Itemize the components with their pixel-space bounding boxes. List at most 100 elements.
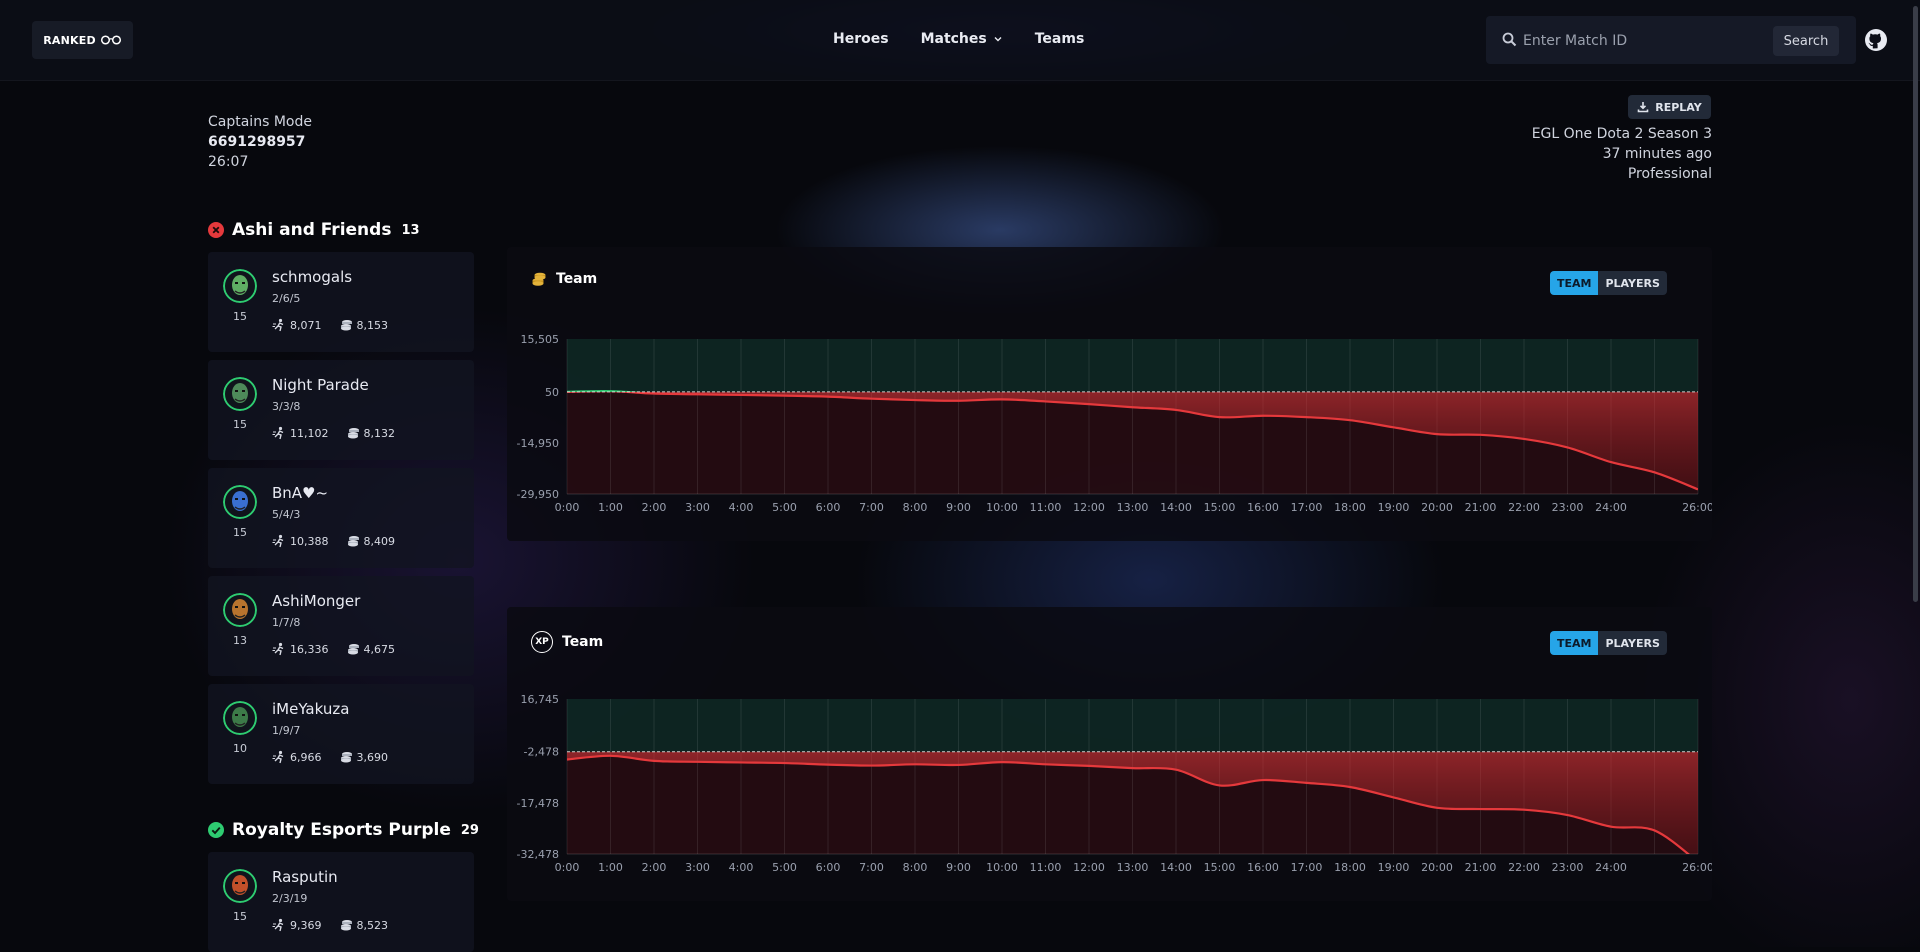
x-tick-label: 3:00	[685, 501, 710, 514]
player-gold: 4,675	[363, 642, 396, 656]
x-tick-label: 11:00	[1030, 861, 1062, 874]
match-summary: Captains Mode 6691298957 26:07	[208, 112, 312, 172]
x-tick-label: 1:00	[598, 501, 623, 514]
player-stats: 6,966 3,690	[272, 750, 388, 764]
y-tick-label: 50	[545, 386, 559, 399]
match-id-input[interactable]	[1521, 28, 1745, 54]
x-tick-label: 22:00	[1508, 861, 1540, 874]
player-networth: 8,071	[290, 318, 322, 332]
team-header-dire[interactable]: Royalty Esports Purple 29	[208, 820, 479, 840]
x-tick-label: 6:00	[816, 861, 841, 874]
page-scrollbar[interactable]	[1913, 6, 1918, 602]
player-networth: 9,369	[290, 918, 322, 932]
nav-heroes[interactable]: Heroes	[833, 31, 889, 47]
x-tick-label: 7:00	[859, 861, 884, 874]
main-nav: Heroes Matches Teams	[833, 31, 1084, 47]
gold-advantage-chart[interactable]: 0:00 1:00 2:00 3:00 4:00 5:00 6:00 7:00 8:00 9:00…	[507, 247, 1712, 541]
x-tick-label: 20:00	[1421, 861, 1453, 874]
hero-level: 15	[233, 526, 247, 539]
github-icon[interactable]	[1864, 28, 1888, 52]
networth-icon	[272, 534, 284, 548]
player-stats: 11,102 8,132	[272, 426, 395, 440]
player-card[interactable]: 15 Rasputin 2/3/19 9,369 8,523	[208, 852, 474, 952]
chevron-down-icon	[994, 37, 1002, 42]
x-tick-label: 11:00	[1030, 501, 1062, 514]
x-tick-label: 9:00	[946, 501, 971, 514]
y-tick-label: -29,950	[517, 488, 559, 501]
search-button[interactable]: Search	[1773, 26, 1839, 56]
player-name[interactable]: AshiMonger	[272, 592, 360, 610]
player-kda: 3/3/8	[272, 400, 301, 413]
player-kda: 2/6/5	[272, 292, 301, 305]
x-tick-label: 6:00	[816, 501, 841, 514]
y-tick-label: -32,478	[517, 848, 559, 861]
x-tick-label: 2:00	[642, 861, 667, 874]
y-tick-label: -17,478	[517, 797, 559, 810]
y-tick-label: -14,950	[517, 437, 559, 450]
hero-level: 10	[233, 742, 247, 755]
replay-label: REPLAY	[1655, 100, 1702, 114]
xp-graph-panel: XP Team TEAM PLAYERS 0:00 1:00 2:00 3:00 4:0…	[507, 607, 1712, 901]
networth-icon	[272, 426, 284, 440]
hero-avatar-icon[interactable]	[223, 485, 257, 519]
glasses-icon	[100, 35, 121, 45]
x-tick-label: 16:00	[1247, 501, 1279, 514]
team-header-radiant[interactable]: Ashi and Friends 13	[208, 220, 420, 240]
game-mode: Captains Mode	[208, 114, 312, 130]
player-card[interactable]: 13 AshiMonger 1/7/8 16,336 4,675	[208, 576, 474, 676]
hero-avatar-icon[interactable]	[223, 701, 257, 735]
x-tick-label: 17:00	[1291, 501, 1323, 514]
gold-icon	[347, 428, 359, 439]
nav-matches[interactable]: Matches	[921, 31, 1003, 47]
player-name[interactable]: schmogals	[272, 268, 352, 286]
networth-icon	[272, 750, 284, 764]
x-tick-label: 18:00	[1334, 861, 1366, 874]
nav-teams[interactable]: Teams	[1035, 31, 1085, 47]
hero-avatar-icon[interactable]	[223, 377, 257, 411]
x-tick-label: 8:00	[903, 861, 928, 874]
hero-avatar-icon[interactable]	[223, 593, 257, 627]
x-tick-label: 5:00	[772, 861, 797, 874]
x-tick-label: 24:00	[1595, 501, 1627, 514]
match-search: Search	[1486, 16, 1856, 64]
x-tick-label: 8:00	[903, 501, 928, 514]
hero-level: 15	[233, 910, 247, 923]
x-tick-label: 10:00	[986, 501, 1018, 514]
y-tick-label: -2,478	[524, 746, 559, 759]
replay-button[interactable]: REPLAY	[1628, 95, 1711, 119]
x-tick-label: 4:00	[729, 861, 754, 874]
x-tick-label: 23:00	[1552, 861, 1584, 874]
player-name[interactable]: Night Parade	[272, 376, 369, 394]
player-gold: 8,523	[356, 918, 389, 932]
x-tick-label: 3:00	[685, 861, 710, 874]
gold-icon	[347, 536, 359, 547]
x-tick-label: 7:00	[859, 501, 884, 514]
x-tick-label: 15:00	[1204, 861, 1236, 874]
xp-advantage-chart[interactable]: 0:00 1:00 2:00 3:00 4:00 5:00 6:00 7:00 8:00 9:00…	[507, 607, 1712, 901]
player-kda: 2/3/19	[272, 892, 308, 905]
player-kda: 1/7/8	[272, 616, 301, 629]
hero-avatar-icon[interactable]	[223, 269, 257, 303]
player-name[interactable]: BnA♥~	[272, 484, 328, 502]
player-kda: 1/9/7	[272, 724, 301, 737]
x-tick-label: 14:00	[1160, 861, 1192, 874]
match-id: 6691298957	[208, 134, 306, 150]
x-tick-label: 10:00	[986, 861, 1018, 874]
x-tick-label: 13:00	[1117, 501, 1149, 514]
player-card[interactable]: 15 schmogals 2/6/5 8,071 8,153	[208, 252, 474, 352]
x-tick-label: 12:00	[1073, 861, 1105, 874]
x-tick-label: 16:00	[1247, 861, 1279, 874]
league-name[interactable]: EGL One Dota 2 Season 3	[1532, 124, 1712, 144]
player-card[interactable]: 15 BnA♥~ 5/4/3 10,388 8,409	[208, 468, 474, 568]
ranked-logo[interactable]: RANKED	[32, 21, 133, 59]
win-icon	[208, 822, 224, 838]
x-tick-label: 18:00	[1334, 501, 1366, 514]
player-card[interactable]: 10 iMeYakuza 1/9/7 6,966 3,690	[208, 684, 474, 784]
player-card[interactable]: 15 Night Parade 3/3/8 11,102 8,132	[208, 360, 474, 460]
player-name[interactable]: Rasputin	[272, 868, 338, 886]
hero-level: 15	[233, 418, 247, 431]
gold-graph-panel: Team TEAM PLAYERS 0:00 1:00 2:00 3:00 4:00 5:…	[507, 247, 1712, 541]
hero-avatar-icon[interactable]	[223, 869, 257, 903]
player-networth: 16,336	[290, 642, 329, 656]
player-name[interactable]: iMeYakuza	[272, 700, 349, 718]
